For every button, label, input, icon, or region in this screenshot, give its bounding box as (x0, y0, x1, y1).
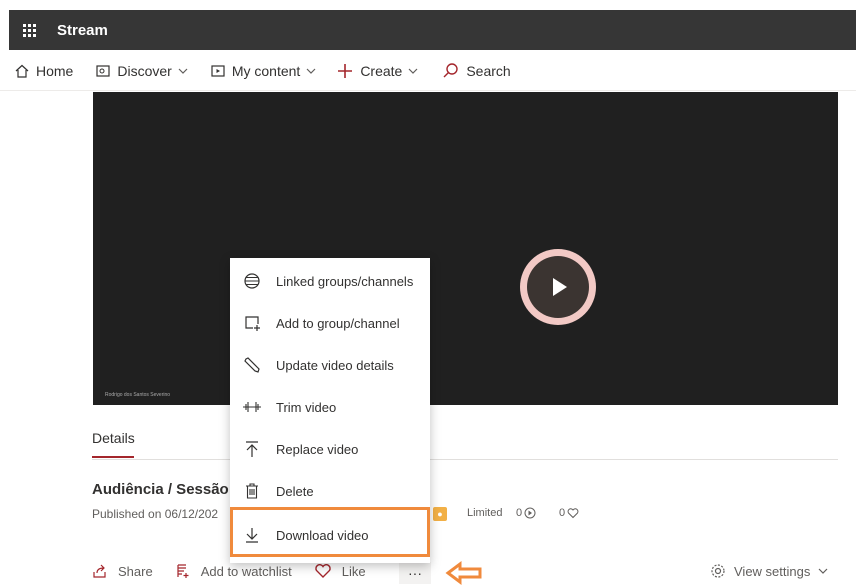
nav-discover[interactable]: Discover (95, 63, 193, 79)
chevron-down-icon (178, 68, 188, 74)
nav-my-content[interactable]: My content (210, 63, 322, 79)
menu-item-label: Trim video (276, 399, 337, 415)
add-to-watchlist-button[interactable]: Add to watchlist (175, 563, 292, 579)
published-date: Published on 06/12/202 (92, 507, 219, 521)
like-button[interactable]: Like (314, 563, 366, 579)
trim-icon (243, 402, 261, 412)
search-icon (443, 63, 459, 78)
discover-icon (96, 65, 110, 77)
top-bar: Stream (9, 10, 856, 50)
globe-icon (244, 273, 260, 289)
home-icon (15, 64, 29, 78)
likes-value: 0 (559, 507, 566, 519)
menu-item-update-details[interactable]: Update video details (230, 344, 430, 386)
menu-item-label: Update video details (276, 357, 394, 373)
view-settings-button[interactable]: View settings (710, 563, 836, 579)
views-value: 0 (516, 507, 523, 519)
like-label: Like (341, 563, 366, 579)
view-settings-label: View settings (734, 563, 811, 579)
search-label: Search (466, 63, 511, 79)
heart-icon (315, 564, 331, 578)
watchlist-icon (177, 564, 189, 578)
heart-icon (567, 508, 579, 519)
tab-indicator (92, 456, 134, 458)
nav-discover-label: Discover (117, 63, 172, 79)
permission-label: Limited (467, 507, 503, 519)
add-square-icon (245, 316, 260, 331)
menu-item-label: Linked groups/channels (276, 273, 414, 289)
gear-icon (711, 564, 725, 578)
nav-my-content-label: My content (231, 63, 301, 79)
play-button[interactable] (520, 249, 596, 325)
chevron-down-icon (818, 568, 828, 574)
main-nav: Home Discover My content Create Search (0, 52, 856, 91)
share-label: Share (118, 563, 153, 579)
nav-home[interactable]: Home (14, 63, 73, 79)
app-launcher-icon[interactable] (9, 10, 49, 50)
video-title: Audiência / Sessão (92, 481, 229, 498)
views-count: 0 (516, 507, 536, 519)
share-icon (93, 564, 106, 578)
pencil-icon (244, 357, 260, 373)
menu-item-label: Replace video (276, 441, 359, 457)
more-options-button[interactable]: ··· (399, 562, 431, 584)
menu-item-label: Add to group/channel (276, 315, 400, 331)
video-icon (211, 65, 225, 77)
share-button[interactable]: Share (92, 563, 153, 579)
menu-item-linked-groups[interactable]: Linked groups/channels (230, 260, 430, 302)
chevron-down-icon (306, 68, 316, 74)
divider (92, 459, 838, 460)
likes-count: 0 (559, 507, 579, 519)
nav-home-label: Home (36, 63, 74, 79)
video-player[interactable]: Rodrigo dos Santos Severino (93, 92, 838, 405)
arrow-left-icon (445, 561, 482, 585)
nav-create-label: Create (360, 63, 403, 79)
download-highlight-box (230, 507, 430, 557)
menu-item-replace-video[interactable]: Replace video (230, 428, 430, 470)
plus-icon (338, 64, 353, 78)
permission-icon: ● (433, 507, 447, 521)
video-watermark: Rodrigo dos Santos Severino (105, 392, 171, 398)
watchlist-label: Add to watchlist (200, 563, 292, 579)
action-bar: Share Add to watchlist Like (92, 563, 388, 579)
more-options-menu: Linked groups/channels Add to group/chan… (230, 258, 430, 563)
views-icon (524, 507, 536, 519)
menu-item-delete[interactable]: Delete (230, 470, 430, 512)
menu-item-add-to-group[interactable]: Add to group/channel (230, 302, 430, 344)
tab-details[interactable]: Details (92, 430, 135, 446)
nav-search[interactable]: Search (442, 62, 511, 80)
play-icon (553, 278, 567, 296)
menu-item-label: Delete (276, 483, 314, 499)
upload-icon (246, 441, 258, 457)
nav-create[interactable]: Create (336, 62, 424, 80)
trash-icon (246, 483, 258, 499)
chevron-down-icon (408, 68, 418, 74)
app-name[interactable]: Stream (57, 22, 108, 39)
menu-item-trim-video[interactable]: Trim video (230, 386, 430, 428)
